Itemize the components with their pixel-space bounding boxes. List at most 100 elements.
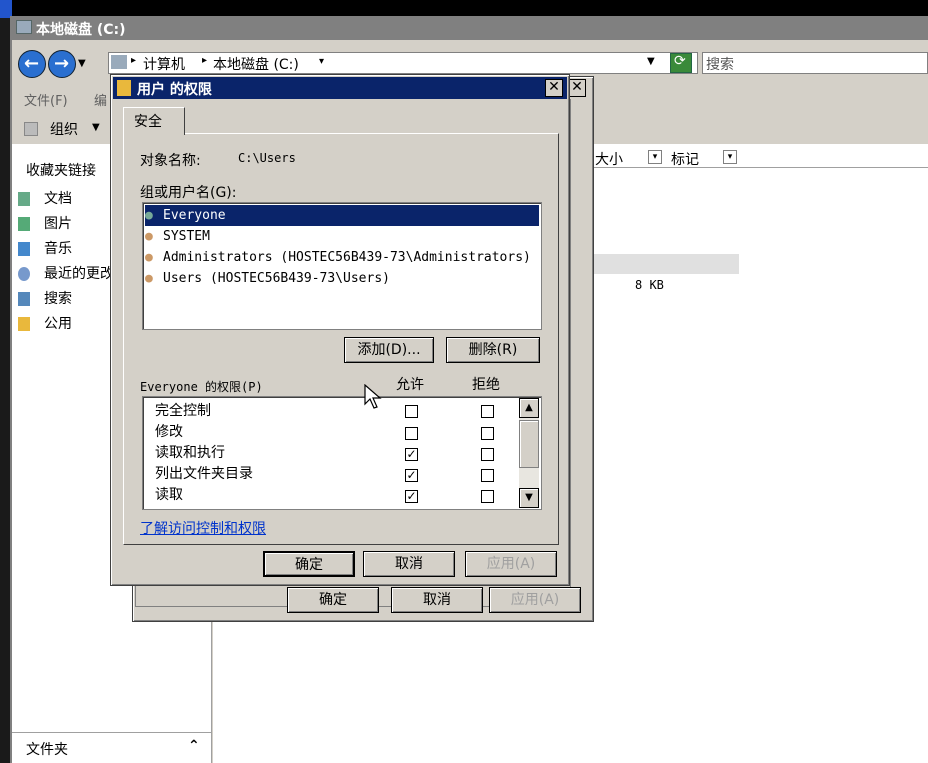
favorite-item-recent[interactable]: 最近的更改 (18, 263, 118, 283)
users-icon: ● (145, 271, 153, 286)
scroll-thumb[interactable] (519, 420, 539, 468)
user-row-system[interactable]: ● SYSTEM (145, 226, 210, 247)
properties-cancel-button[interactable]: 取消 (391, 587, 483, 613)
permissions-label: Everyone 的权限(P) (140, 380, 263, 394)
ok-button[interactable]: 确定 (263, 551, 355, 577)
perm-list-folder: 列出文件夹目录 (155, 466, 253, 482)
down-arrow-icon: ▼ (525, 492, 533, 503)
breadcrumb-drive[interactable]: 本地磁盘 (C:) (213, 54, 299, 74)
allow-header: 允许 (396, 377, 424, 393)
tab-security[interactable]: 安全 (123, 107, 185, 135)
allow-list-folder-checkbox[interactable]: ✓ (405, 469, 418, 482)
apply-button[interactable]: 应用(A) (465, 551, 557, 577)
favorite-item-documents[interactable]: 文档 (18, 188, 72, 208)
cancel-button[interactable]: 取消 (363, 551, 455, 577)
object-name-value: C:\Users (238, 151, 296, 165)
allow-full-control-checkbox[interactable] (405, 405, 418, 418)
allow-read-execute-checkbox[interactable]: ✓ (405, 448, 418, 461)
users-icon: ● (145, 250, 153, 265)
file-size: 8 KB (635, 278, 664, 292)
user-row-everyone[interactable]: ● Everyone (145, 205, 539, 226)
security-tab-panel: 对象名称: C:\Users 组或用户名(G): ● Everyone ● SYST… (123, 133, 559, 545)
nav-bar: ← → ▼ ▸ 计算机 ▸ 本地磁盘 (C:) ▾ ▼ ⟳ 搜索 (12, 40, 928, 78)
deny-read-checkbox[interactable] (481, 490, 494, 503)
permissions-list: 完全控制 修改 读取和执行 ✓ 列出文件夹目录 ✓ 读取 ✓ ▲ ▼ (142, 396, 542, 510)
folders-bar[interactable]: 文件夹 ⌃ (12, 732, 212, 762)
breadcrumb-dropdown-icon[interactable]: ▾ (319, 56, 324, 67)
favorites-title: 收藏夹链接 (26, 163, 96, 179)
properties-apply-button[interactable]: 应用(A) (489, 587, 581, 613)
deny-read-execute-checkbox[interactable] (481, 448, 494, 461)
file-row-highlight[interactable] (593, 254, 739, 274)
organize-dropdown-icon[interactable]: ▼ (92, 122, 100, 133)
address-box[interactable]: ▸ 计算机 ▸ 本地磁盘 (C:) ▾ ▼ (108, 52, 698, 74)
perm-read: 读取 (155, 487, 183, 503)
forward-button[interactable]: → (48, 50, 76, 78)
column-size[interactable]: 大小 (595, 149, 623, 169)
add-button[interactable]: 添加(D)... (344, 337, 434, 363)
permissions-scrollbar[interactable]: ▲ ▼ (519, 398, 539, 508)
column-tag[interactable]: 标记 (671, 149, 699, 169)
up-arrow-icon: ▲ (525, 402, 533, 413)
scroll-down-button[interactable]: ▼ (519, 488, 539, 508)
perm-modify: 修改 (155, 424, 183, 440)
perm-read-execute: 读取和执行 (155, 445, 225, 461)
breadcrumb-arrow-icon: ▸ (131, 55, 137, 66)
forward-arrow-icon: → (54, 53, 70, 74)
search-folder-icon (18, 292, 30, 306)
music-icon (18, 242, 30, 256)
users-icon: ● (145, 208, 153, 223)
organize-icon (24, 122, 38, 136)
user-row-users[interactable]: ● Users (HOSTEC56B439-73\Users) (145, 268, 390, 289)
deny-header: 拒绝 (472, 377, 500, 393)
allow-modify-checkbox[interactable] (405, 427, 418, 440)
explorer-title: 本地磁盘 (C:) (36, 22, 126, 38)
search-placeholder: 搜索 (706, 57, 734, 73)
properties-close-button[interactable]: ✕ (568, 79, 586, 97)
explorer-titlebar: 本地磁盘 (C:) (12, 16, 928, 40)
folders-label: 文件夹 (26, 742, 68, 758)
back-arrow-icon: ← (24, 53, 40, 74)
deny-modify-checkbox[interactable] (481, 427, 494, 440)
deny-list-folder-checkbox[interactable] (481, 469, 494, 482)
user-row-administrators[interactable]: ● Administrators (HOSTEC56B439-73\Adminis… (145, 247, 531, 268)
favorite-item-music[interactable]: 音乐 (18, 238, 72, 258)
users-icon: ● (145, 229, 153, 244)
chevron-up-icon: ⌃ (188, 738, 200, 754)
column-tag-filter-icon[interactable]: ▾ (723, 150, 737, 164)
refresh-button[interactable]: ⟳ (670, 53, 692, 73)
favorite-item-pictures[interactable]: 图片 (18, 213, 72, 233)
object-name-label: 对象名称: (140, 153, 201, 169)
dialog-close-button[interactable]: ✕ (545, 79, 563, 97)
dialog-titlebar: 用户 的权限 ✕ (113, 77, 567, 99)
back-button[interactable]: ← (18, 50, 46, 78)
user-list[interactable]: ● Everyone ● SYSTEM ● Administrators (HOSTE… (142, 202, 542, 330)
menu-file[interactable]: 文件(F) (24, 90, 68, 109)
search-box[interactable]: 搜索 (702, 52, 928, 74)
access-control-link[interactable]: 了解访问控制和权限 (140, 518, 266, 538)
breadcrumb-computer[interactable]: 计算机 (143, 54, 185, 74)
folder-icon (117, 80, 131, 96)
perm-full-control: 完全控制 (155, 403, 211, 419)
refresh-icon: ⟳ (674, 53, 686, 69)
close-icon: ✕ (548, 79, 560, 95)
address-dropdown-icon[interactable]: ▼ (647, 56, 655, 67)
dialog-title: 用户 的权限 (137, 82, 212, 98)
scroll-up-button[interactable]: ▲ (519, 398, 539, 418)
deny-full-control-checkbox[interactable] (481, 405, 494, 418)
documents-icon (18, 192, 30, 206)
organize-button[interactable]: 组织 (50, 119, 78, 139)
favorite-item-search[interactable]: 搜索 (18, 288, 72, 308)
column-size-filter-icon[interactable]: ▾ (648, 150, 662, 164)
allow-read-checkbox[interactable]: ✓ (405, 490, 418, 503)
permissions-dialog: 用户 的权限 ✕ 安全 对象名称: C:\Users 组或用户名(G): ● Ev… (110, 74, 570, 586)
remove-button[interactable]: 删除(R) (446, 337, 540, 363)
group-user-label: 组或用户名(G): (140, 185, 237, 201)
history-dropdown-icon[interactable]: ▼ (78, 58, 86, 69)
properties-ok-button[interactable]: 确定 (287, 587, 379, 613)
menu-edit[interactable]: 编 (94, 90, 107, 109)
computer-icon (111, 55, 127, 69)
breadcrumb-arrow-icon: ▸ (202, 55, 208, 66)
recent-changes-icon (18, 267, 30, 281)
favorite-item-public[interactable]: 公用 (18, 313, 72, 333)
